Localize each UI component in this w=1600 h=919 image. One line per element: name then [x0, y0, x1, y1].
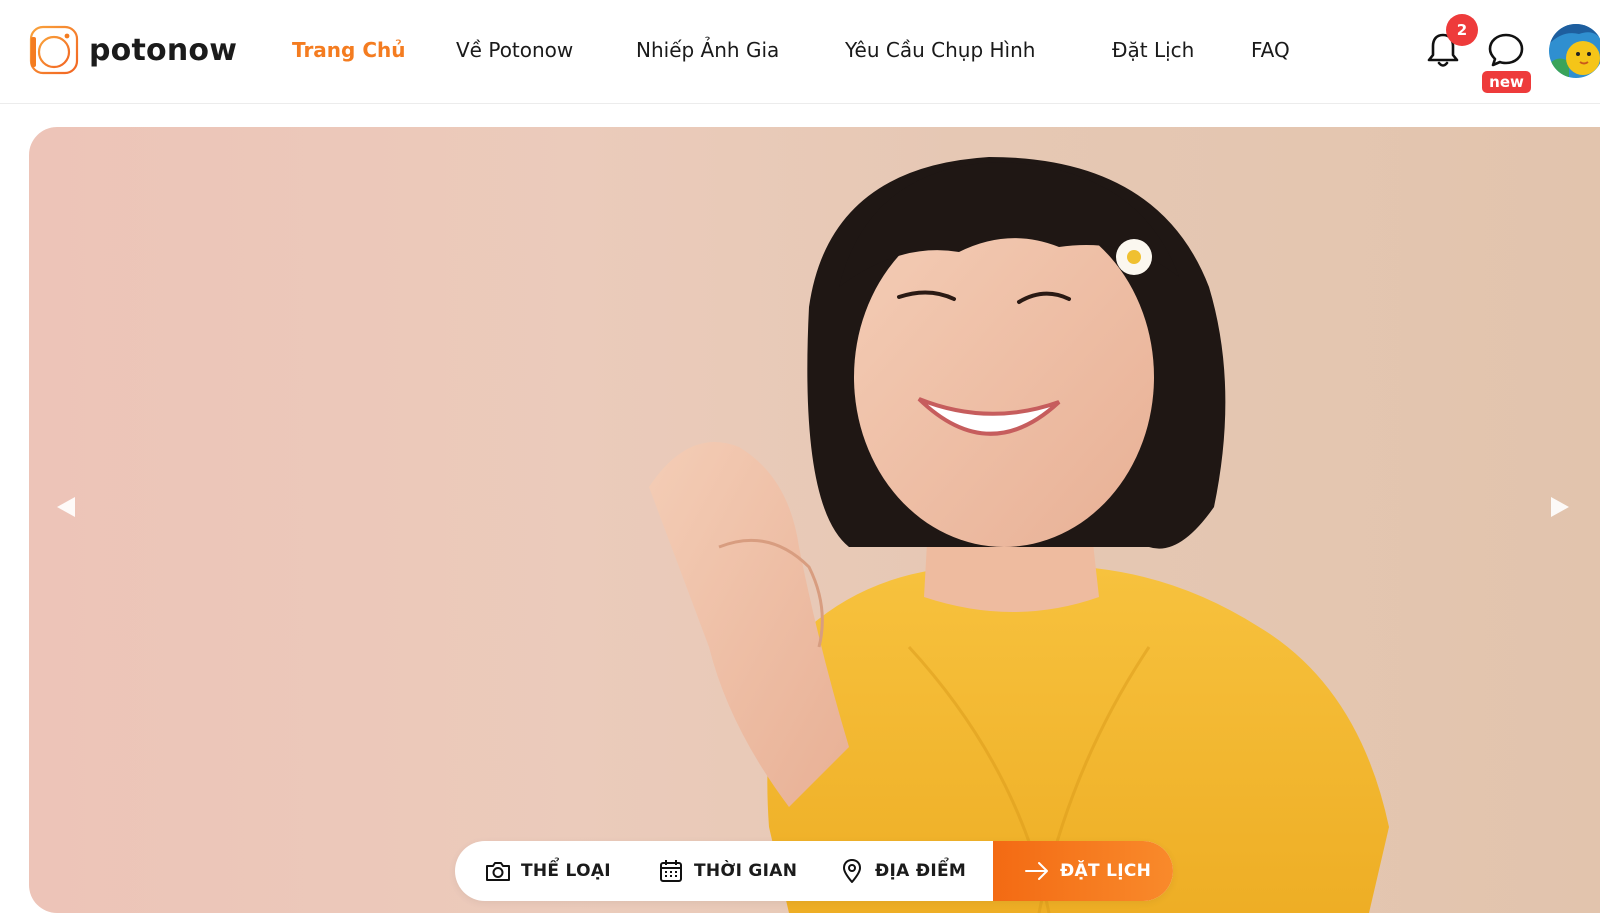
notification-count-badge: 2 [1446, 14, 1478, 46]
booking-search-bar: THỂ LOẠI THỜI GIAN ĐỊA ĐIỂM ĐẶT LỊCH [455, 841, 1173, 901]
nav-item-photo-request[interactable]: Yêu Cầu Chụp Hình [845, 32, 1035, 68]
booking-location-label: ĐỊA ĐIỂM [875, 861, 967, 881]
booking-category-label: THỂ LOẠI [521, 861, 611, 881]
nav-item-home[interactable]: Trang Chủ [292, 32, 405, 68]
site-header: potonow Trang Chủ Về Potonow Nhiếp Ảnh G… [0, 0, 1600, 104]
nav-item-booking[interactable]: Đặt Lịch [1112, 32, 1194, 68]
map-pin-icon [843, 859, 861, 883]
calendar-icon [660, 860, 682, 882]
hero-prev-arrow[interactable] [47, 487, 87, 527]
brand-logo[interactable]: potonow [29, 24, 237, 76]
nav-item-faq[interactable]: FAQ [1251, 32, 1290, 68]
avatar[interactable] [1549, 24, 1600, 78]
chat-bubble-icon[interactable] [1486, 30, 1526, 70]
booking-location[interactable]: ĐỊA ĐIỂM [838, 841, 966, 901]
nav-item-photographers[interactable]: Nhiếp Ảnh Gia [636, 32, 779, 68]
potonow-logo-icon [29, 25, 79, 75]
nav-item-about[interactable]: Về Potonow [456, 32, 573, 68]
hero-photo [649, 157, 1389, 913]
camera-icon [486, 862, 510, 881]
booking-category[interactable]: THỂ LOẠI [484, 841, 611, 901]
new-message-badge: new [1482, 71, 1531, 93]
book-now-label: ĐẶT LỊCH [1060, 861, 1152, 881]
hero-banner [29, 127, 1600, 913]
book-now-button[interactable]: ĐẶT LỊCH [993, 841, 1173, 901]
brand-name: potonow [89, 32, 238, 68]
arrow-right-icon [1025, 862, 1048, 880]
booking-time-label: THỜI GIAN [694, 861, 798, 881]
booking-time[interactable]: THỜI GIAN [657, 841, 797, 901]
hero-next-arrow[interactable] [1539, 487, 1579, 527]
